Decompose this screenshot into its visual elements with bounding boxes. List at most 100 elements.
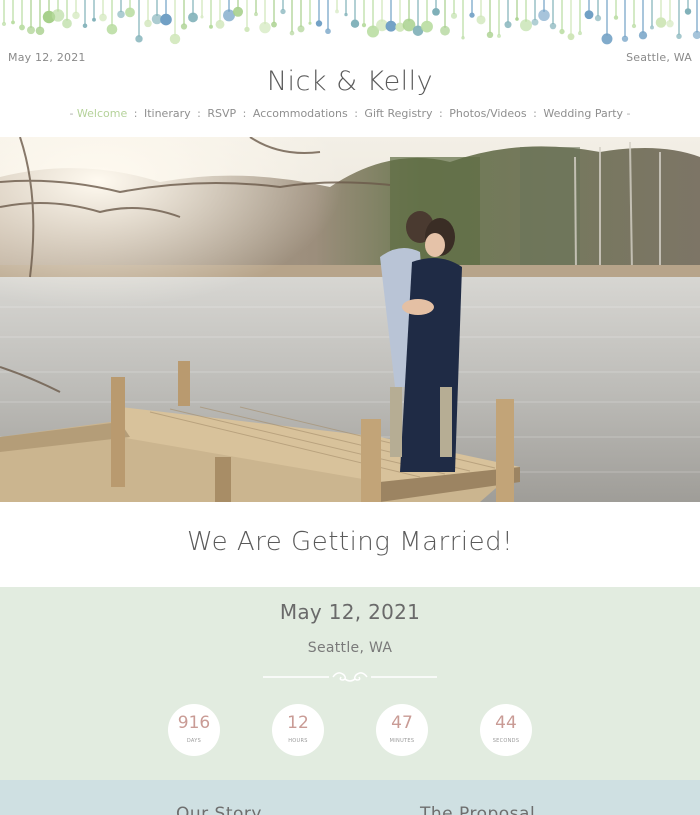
- garland-dot: [655, 17, 667, 28]
- countdown-hours-value: 12: [287, 713, 309, 733]
- garland-dot: [169, 33, 181, 45]
- garland-dot: [200, 15, 204, 19]
- our-story-heading: Our Story: [176, 804, 262, 815]
- garland-dot: [385, 20, 397, 32]
- the-proposal-heading: The Proposal: [420, 804, 536, 815]
- garland-dot: [99, 13, 107, 22]
- garland-dot: [594, 15, 602, 22]
- garland-dot: [613, 15, 619, 20]
- garland-dot: [559, 28, 565, 35]
- garland-dot: [486, 31, 494, 39]
- garland-dot: [35, 26, 45, 36]
- garland-dot: [209, 24, 213, 29]
- countdown-days-value: 916: [177, 713, 211, 733]
- garland-dot: [692, 30, 700, 40]
- nav-item-wedding-party[interactable]: Wedding Party: [543, 107, 623, 120]
- countdown-hours-label: HOURS: [288, 738, 308, 744]
- countdown-minutes: 47 MINUTES: [376, 704, 428, 756]
- garland-dot: [666, 20, 674, 28]
- garland-dot: [549, 22, 557, 30]
- countdown-seconds-value: 44: [495, 713, 517, 733]
- hero-engagement-photo: [0, 137, 700, 502]
- garland-dot: [92, 17, 96, 22]
- garland-dot: [308, 21, 312, 25]
- garland-dot: [106, 23, 118, 35]
- garland-dot: [125, 7, 135, 18]
- garland-dot: [450, 12, 458, 19]
- garland-dot: [62, 18, 72, 29]
- dangling-dots-garland-decoration: [1, 0, 700, 45]
- garland-dot: [584, 10, 594, 20]
- garland-dot: [19, 24, 25, 31]
- nav-item-welcome[interactable]: Welcome: [77, 107, 127, 120]
- garland-dot: [361, 23, 367, 28]
- countdown-seconds-label: SECONDS: [492, 738, 520, 744]
- nav-item-rsvp[interactable]: RSVP: [207, 107, 236, 120]
- story-section: Our Story The Proposal: [0, 780, 700, 815]
- garland-dot: [232, 6, 244, 17]
- ornamental-divider: [263, 672, 437, 682]
- garland-dot: [676, 33, 682, 40]
- main-navigation: - Welcome : Itinerary : RSVP : Accommoda…: [69, 107, 631, 120]
- garland-dot: [440, 25, 450, 36]
- garland-dot: [297, 25, 305, 33]
- garland-dot: [72, 11, 80, 20]
- countdown-days-label: DAYS: [186, 738, 202, 744]
- garland-dot: [497, 34, 501, 38]
- garland-dot: [531, 18, 539, 26]
- garland-dot: [160, 13, 172, 26]
- announcement-heading: We Are Getting Married!: [186, 527, 514, 557]
- garland-dot: [469, 12, 475, 18]
- couple-names-title: Nick & Kelly: [266, 66, 434, 97]
- garland-dot: [144, 19, 152, 28]
- countdown-location: Seattle, WA: [307, 640, 393, 656]
- nav-item-gift-registry[interactable]: Gift Registry: [364, 107, 432, 120]
- garland-dot: [578, 31, 582, 36]
- garland-dot: [567, 33, 575, 41]
- garland-dot: [244, 26, 250, 33]
- garland-dot: [82, 23, 88, 29]
- garland-dot: [476, 15, 486, 25]
- countdown-minutes-label: MINUTES: [389, 738, 415, 744]
- nav-item-photos-videos[interactable]: Photos/Videos: [449, 107, 526, 120]
- garland-dot: [325, 28, 331, 35]
- garland-dot: [180, 23, 188, 30]
- garland-dot: [621, 35, 629, 42]
- garland-dot: [350, 19, 360, 28]
- garland-dot: [631, 23, 637, 29]
- nav-item-accommodations[interactable]: Accommodations: [253, 107, 348, 120]
- garland-dot: [271, 21, 277, 28]
- header-date: May 12, 2021: [8, 51, 86, 64]
- garland-dot: [638, 31, 648, 40]
- countdown-minutes-value: 47: [391, 713, 413, 733]
- garland-dot: [254, 12, 258, 17]
- garland-dot: [289, 30, 295, 36]
- garland-dot: [684, 8, 692, 15]
- garland-dot: [432, 8, 440, 16]
- garland-dot: [461, 36, 465, 40]
- header-location: Seattle, WA: [626, 51, 692, 64]
- garland-dot: [135, 35, 143, 43]
- garland-dot: [188, 12, 198, 23]
- garland-dot: [117, 10, 125, 19]
- garland-dot: [259, 21, 271, 34]
- wedding-page: May 12, 2021 Seattle, WA Nick & Kelly - …: [0, 0, 700, 815]
- countdown-hours: 12 HOURS: [272, 704, 324, 756]
- garland-dot: [280, 8, 286, 15]
- garland-dot: [335, 9, 339, 14]
- garland-dot: [344, 12, 348, 17]
- garland-dot: [650, 25, 654, 30]
- nav-item-itinerary[interactable]: Itinerary: [144, 107, 191, 120]
- garland-dot: [421, 20, 433, 33]
- garland-dot: [215, 19, 225, 29]
- garland-dot: [504, 21, 512, 29]
- garland-dot: [11, 20, 15, 25]
- garland-dot: [515, 17, 519, 21]
- countdown-seconds: 44 SECONDS: [480, 704, 532, 756]
- garland-dot: [51, 9, 65, 22]
- garland-dot: [538, 9, 550, 22]
- countdown-days: 916 DAYS: [168, 704, 220, 756]
- garland-dot: [1, 21, 7, 27]
- garland-dot: [601, 33, 613, 45]
- countdown-date: May 12, 2021: [279, 600, 421, 624]
